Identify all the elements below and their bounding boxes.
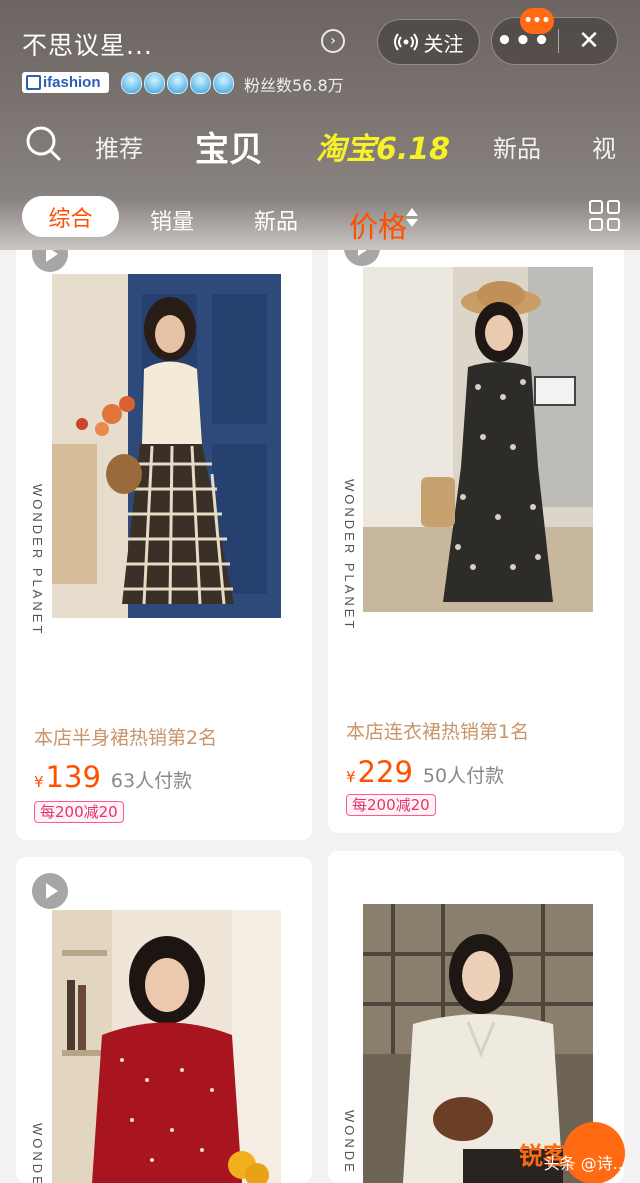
tab-video[interactable]: 视 (592, 129, 616, 164)
sold-count: 50人付款 (422, 765, 505, 787)
product-photo[interactable] (363, 267, 593, 612)
product-photo[interactable] (52, 274, 281, 618)
fans-count: 粉丝数56.8万 (244, 76, 344, 95)
capsule-divider (558, 29, 559, 53)
brand-watermark: WONDER PLANET (342, 479, 357, 632)
crown-icon (121, 72, 142, 94)
tab-items[interactable]: 宝贝 (195, 122, 263, 171)
store-name[interactable]: 不思议星... (22, 26, 153, 62)
follow-label: 关注 (423, 31, 464, 56)
tab-taobao-618[interactable]: 淘宝6.18 (316, 124, 450, 168)
currency-symbol: ¥ (346, 768, 356, 786)
product-title[interactable]: 本店半身裙热销第2名 (34, 723, 217, 750)
store-header: 不思议星... › 关注 ••• ✕ ••• ifashion 粉丝数56.8万… (0, 0, 640, 250)
mini-program-capsule: ••• ✕ (491, 17, 618, 65)
follow-button[interactable]: 关注 (377, 19, 480, 65)
close-button[interactable]: ✕ (560, 18, 618, 64)
toutiao-watermark: 头条 @诗... (450, 1147, 640, 1177)
sold-count: 63人付款 (110, 770, 193, 792)
brand-badge-label: ifashion (43, 74, 101, 91)
product-card[interactable]: WONDER PLANET 本店连衣裙热销第1名 ¥ 229 50人付款 每20… (328, 250, 624, 833)
store-detail-chevron-icon[interactable]: › (321, 29, 345, 53)
brand-watermark: WONDER PLANET (30, 484, 45, 637)
brand-watermark: WONDE (30, 1123, 45, 1183)
crown-icon (167, 72, 188, 94)
product-price: 229 (357, 755, 413, 789)
tab-new-arrivals[interactable]: 新品 (493, 129, 541, 164)
sort-sales[interactable]: 销量 (150, 204, 194, 236)
sort-comprehensive[interactable]: 综合 (22, 196, 119, 237)
play-video-icon[interactable] (344, 250, 380, 266)
product-price: 139 (45, 760, 101, 794)
tab-recommend[interactable]: 推荐 (95, 129, 143, 164)
product-title[interactable]: 本店连衣裙热销第1名 (346, 717, 529, 744)
price-row: ¥ 139 63人付款 (34, 760, 192, 794)
crown-icon (144, 72, 165, 94)
currency-symbol: ¥ (34, 773, 44, 791)
product-card[interactable]: WONDE (16, 857, 312, 1183)
crown-icon (213, 72, 234, 94)
brand-watermark: WONDE (342, 1110, 357, 1175)
product-card[interactable]: WONDER PLANET 本店半身裙热销第2名 ¥ 139 63人付款 每20… (16, 250, 312, 840)
price-row: ¥ 229 50人付款 (346, 755, 504, 789)
sort-arrows-icon[interactable] (406, 203, 420, 231)
ifashion-badge: ifashion (22, 72, 109, 93)
search-icon[interactable] (25, 125, 61, 161)
crown-icon (190, 72, 211, 94)
product-photo[interactable] (52, 910, 281, 1183)
play-video-icon[interactable] (32, 873, 68, 909)
broadcast-icon (393, 33, 418, 51)
coupon-badge: 每200减20 (34, 801, 124, 823)
coupon-badge: 每200减20 (346, 794, 436, 816)
sort-new[interactable]: 新品 (254, 204, 298, 236)
cat-logo-icon (26, 75, 41, 90)
play-video-icon[interactable] (32, 250, 68, 272)
store-rating-crowns (121, 72, 234, 94)
grid-view-icon[interactable] (589, 200, 620, 231)
sort-price[interactable]: 价格 (349, 204, 407, 246)
watermark-text: 头条 @诗... (543, 1154, 628, 1173)
notification-badge: ••• (520, 8, 554, 34)
